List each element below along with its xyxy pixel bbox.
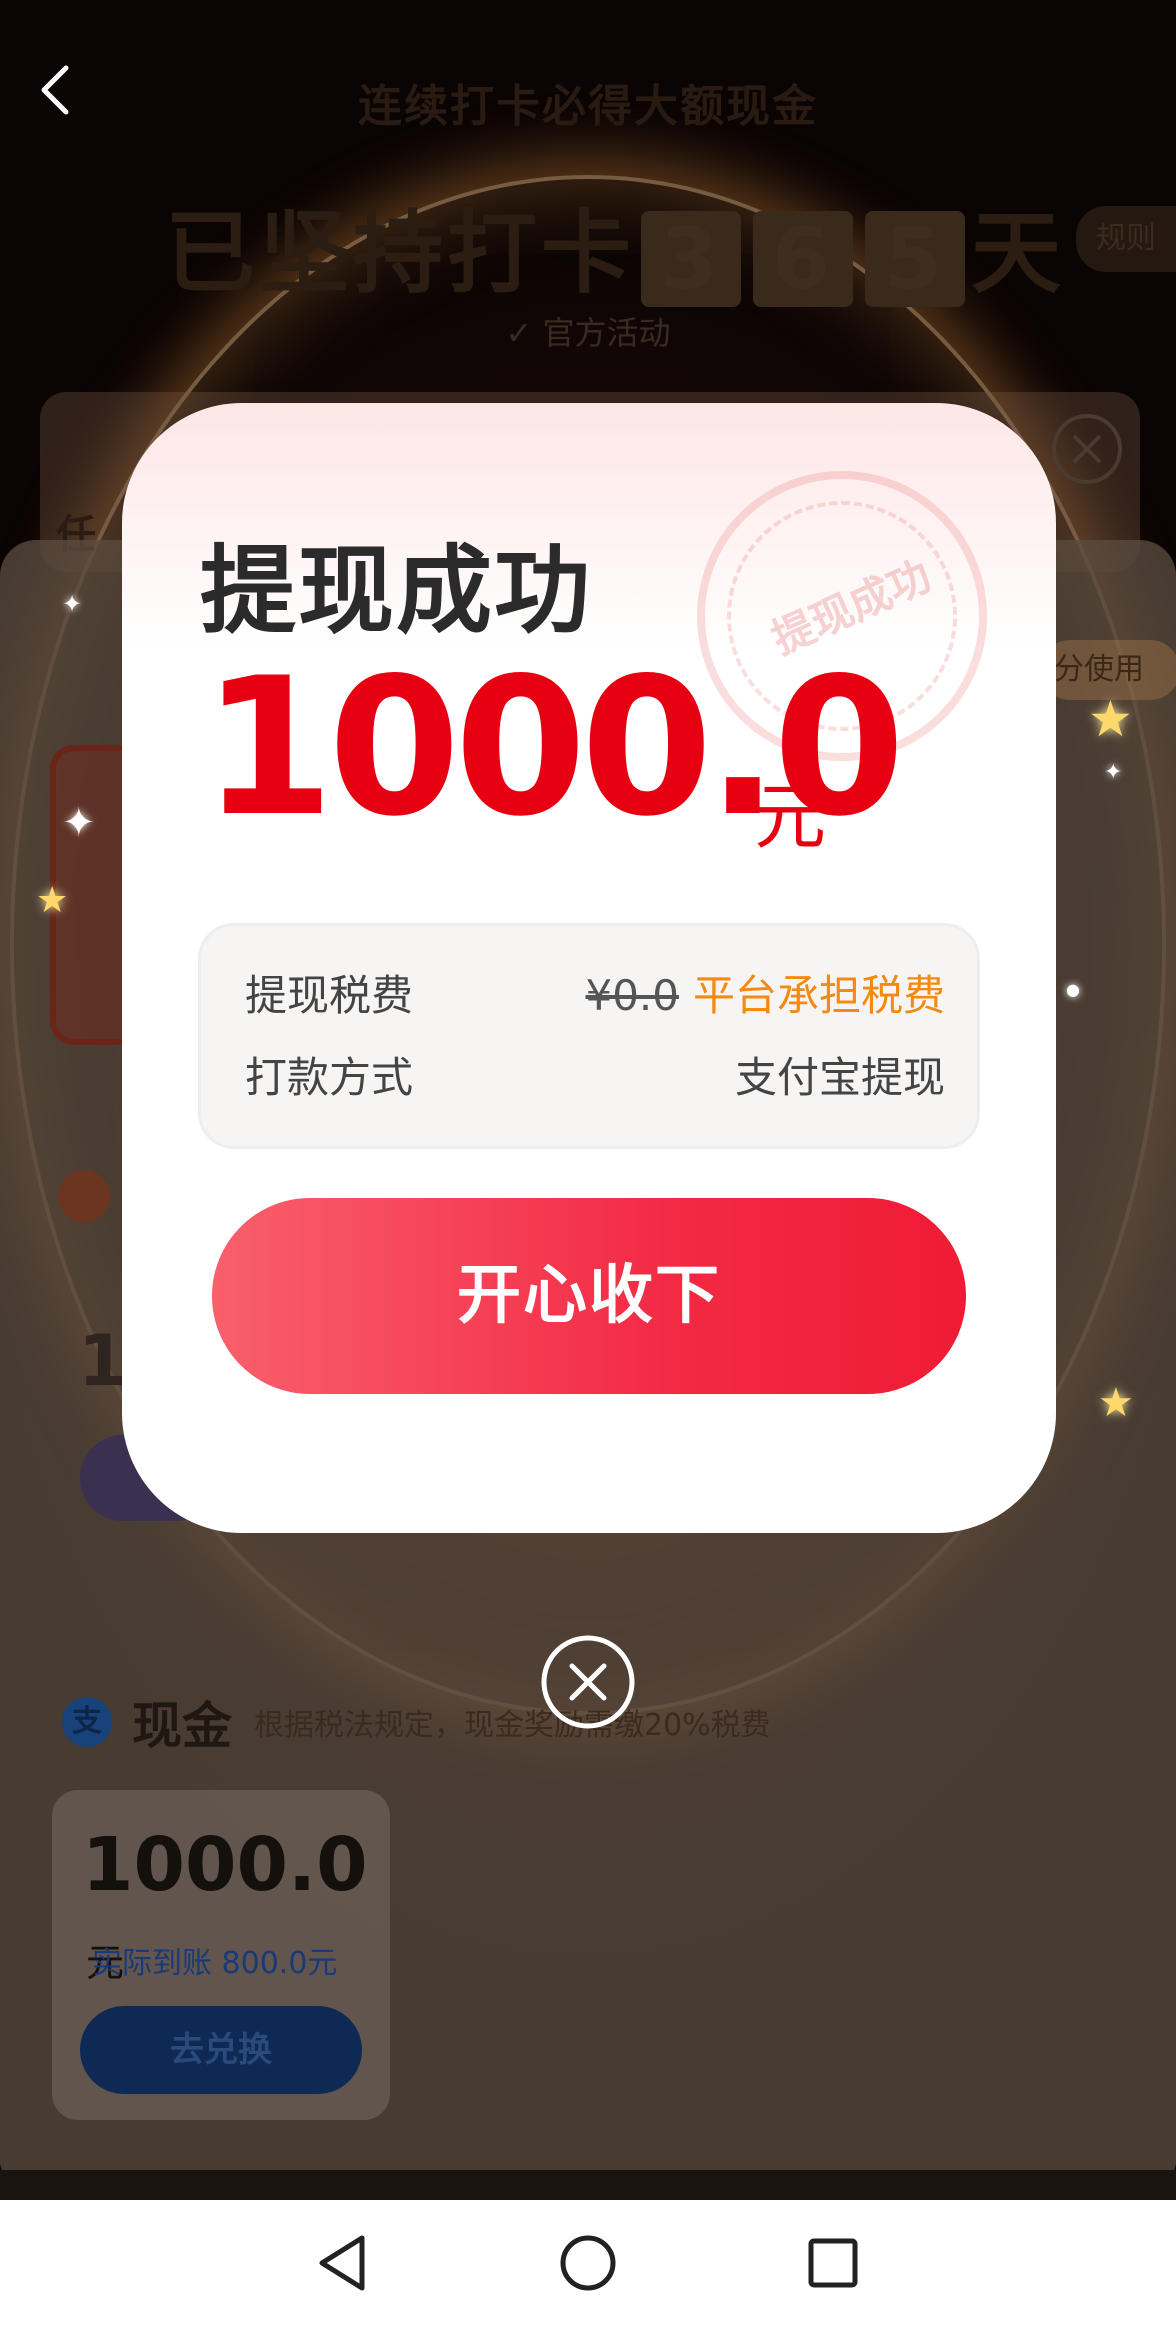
- reward-amount-digit: 1: [78, 1320, 127, 1402]
- streak-digit: 5: [865, 211, 965, 308]
- withdraw-success-dialog: 提现成功 提现成功 1000.0 元 提现税费 ¥0.0 平台承担税费 打款方式 …: [122, 403, 1056, 1533]
- sparkle-icon: ✦: [62, 800, 96, 846]
- payment-method-row: 打款方式 支付宝提现: [245, 1044, 945, 1104]
- streak-digit: 6: [753, 211, 853, 308]
- tax-platform-note: 平台承担税费: [692, 970, 945, 1020]
- streak-suffix: 天: [971, 201, 1065, 306]
- close-circle-icon[interactable]: [1050, 412, 1124, 486]
- cash-title: 现金: [132, 1697, 232, 1755]
- withdraw-info-box: 提现税费 ¥0.0 平台承担税费 打款方式 支付宝提现: [198, 923, 980, 1149]
- tax-label: 提现税费: [245, 970, 414, 1020]
- gift-icon: [58, 1170, 110, 1222]
- close-circle-icon[interactable]: [540, 1634, 636, 1730]
- cash-tax-note: 根据税法规定，现金奖励需缴20%税费: [254, 1708, 771, 1743]
- page-title: 连续打卡必得大额现金: [358, 81, 818, 132]
- tax-value: ¥0.0 平台承担税费: [585, 962, 945, 1023]
- star-icon: ★: [36, 880, 69, 921]
- actual-received: 实际到账 800.0元: [92, 1946, 338, 1981]
- system-nav-bar: [0, 2200, 1176, 2326]
- streak-digit: 3: [641, 211, 741, 308]
- cash-section-header: 支 现金 根据税法规定，现金奖励需缴20%税费: [62, 1690, 771, 1755]
- dialog-title: 提现成功: [200, 535, 592, 647]
- streak-prefix: 已坚持打卡: [165, 201, 635, 306]
- nav-back-icon[interactable]: [310, 2230, 376, 2296]
- sparkle-icon: ✦: [62, 590, 83, 618]
- tax-original: ¥0.0: [585, 970, 679, 1020]
- sparkle-icon: ●: [1066, 980, 1080, 999]
- exchange-button[interactable]: 去兑换: [80, 2006, 362, 2094]
- amount-unit: 元: [754, 775, 827, 859]
- star-icon: ★: [1098, 1380, 1134, 1426]
- payment-method-value: 支付宝提现: [734, 1052, 945, 1102]
- alipay-icon: 支: [62, 1697, 112, 1747]
- bottom-strip: [0, 2170, 1176, 2200]
- streak-banner: 已坚持打卡 3 6 5 天: [165, 180, 1065, 310]
- nav-home-icon[interactable]: [555, 2230, 621, 2296]
- official-activity-label: ✓ 官方活动: [505, 314, 671, 352]
- cash-card: 1000.0元 实际到账 800.0元 去兑换: [52, 1790, 390, 2120]
- nav-recent-apps-icon[interactable]: [800, 2230, 866, 2296]
- cash-amount-value: 1000.0: [82, 1822, 368, 1908]
- accept-button[interactable]: 开心收下: [212, 1198, 966, 1394]
- sparkle-icon: ✦: [1104, 760, 1123, 785]
- star-icon: ★: [1088, 690, 1133, 748]
- rule-button[interactable]: 规则: [1076, 206, 1176, 272]
- payment-method-label: 打款方式: [245, 1052, 414, 1102]
- tax-row: 提现税费 ¥0.0 平台承担税费: [245, 962, 945, 1022]
